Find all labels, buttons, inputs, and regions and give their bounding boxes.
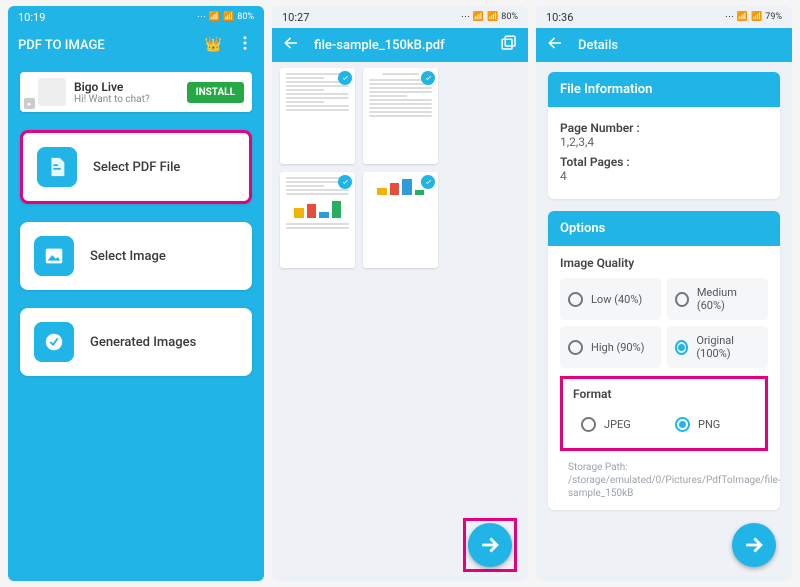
ad-install-button[interactable]: INSTALL (187, 82, 244, 103)
screen-home: 10:19 ⋯📶📶80% PDF TO IMAGE 👑 ▸ Bigo Live … (8, 6, 264, 581)
app-title: PDF TO IMAGE (18, 38, 105, 53)
quality-original-radio[interactable]: Original (100%) (667, 326, 768, 368)
app-bar: file-sample_150kB.pdf (272, 28, 528, 62)
crown-icon[interactable]: 👑 (205, 37, 222, 53)
screen-file-pages: 10:27 ⋯📶📶80% file-sample_150kB.pdf (272, 6, 528, 581)
format-section: Format JPEG PNG (560, 376, 768, 451)
page-thumbnail[interactable] (280, 68, 355, 164)
page-number-value: 1,2,3,4 (560, 135, 768, 149)
quality-medium-radio[interactable]: Medium (60%) (667, 278, 768, 320)
radio-icon (675, 292, 689, 307)
status-time: 10:27 (282, 11, 309, 24)
quality-low-radio[interactable]: Low (40%) (560, 278, 661, 320)
format-label: Format (573, 387, 755, 401)
options-section: Options Image Quality Low (40%) Medium (… (548, 211, 780, 510)
radio-icon (675, 417, 690, 432)
status-icons: ⋯📶📶80% (197, 12, 254, 22)
ad-banner[interactable]: ▸ Bigo Live Hi! Want to chat? INSTALL (20, 72, 252, 112)
status-bar: 10:36 ⋯📶📶79% (536, 6, 792, 28)
status-bar: 10:19 ⋯📶📶80% (8, 6, 264, 28)
page-thumbnail[interactable] (363, 172, 438, 268)
file-info-section: File Information Page Number : 1,2,3,4 T… (548, 72, 780, 199)
card-label: Generated Images (90, 335, 196, 350)
storage-path: Storage Path: /storage/emulated/0/Pictur… (560, 461, 768, 500)
status-time: 10:36 (546, 11, 573, 24)
radio-icon (568, 292, 583, 307)
total-pages-value: 4 (560, 169, 768, 183)
radio-icon (581, 417, 596, 432)
format-png-radio[interactable]: PNG (667, 409, 755, 440)
check-icon (421, 71, 435, 85)
section-header: Options (548, 211, 780, 246)
select-image-card[interactable]: Select Image (20, 222, 252, 290)
next-fab[interactable] (732, 523, 776, 567)
image-icon (34, 236, 74, 276)
ad-badge-icon: ▸ (24, 98, 35, 109)
status-icons: ⋯📶📶79% (725, 12, 782, 22)
total-pages-label: Total Pages : (560, 155, 768, 169)
quality-high-radio[interactable]: High (90%) (560, 326, 661, 368)
back-icon[interactable] (546, 34, 564, 56)
check-icon (421, 175, 435, 189)
ad-thumbnail (38, 78, 66, 106)
file-name: file-sample_150kB.pdf (314, 38, 486, 53)
generated-images-card[interactable]: Generated Images (20, 308, 252, 376)
page-thumbnail[interactable] (363, 68, 438, 164)
card-label: Select PDF File (93, 160, 180, 175)
app-bar: PDF TO IMAGE 👑 (8, 28, 264, 62)
pdf-file-icon (37, 147, 77, 187)
page-thumbnails (272, 62, 528, 274)
screen-details: 10:36 ⋯📶📶79% Details File Information Pa… (536, 6, 792, 581)
generated-icon (34, 322, 74, 362)
storage-path-text: Storage Path: /storage/emulated/0/Pictur… (568, 461, 780, 500)
ad-title: Bigo Live (74, 80, 179, 94)
app-bar: Details (536, 28, 792, 62)
select-all-icon[interactable] (500, 34, 518, 56)
back-icon[interactable] (282, 34, 300, 56)
check-icon (338, 71, 352, 85)
select-pdf-card[interactable]: Select PDF File (20, 130, 252, 204)
status-icons: ⋯📶📶80% (461, 12, 518, 22)
page-title: Details (578, 38, 618, 53)
ad-subtitle: Hi! Want to chat? (74, 94, 179, 105)
status-bar: 10:27 ⋯📶📶80% (272, 6, 528, 28)
image-quality-label: Image Quality (560, 256, 768, 270)
section-header: File Information (548, 72, 780, 107)
card-label: Select Image (90, 249, 166, 264)
overflow-menu-icon[interactable] (236, 34, 254, 56)
format-jpeg-radio[interactable]: JPEG (573, 409, 661, 440)
page-thumbnail[interactable] (280, 172, 355, 268)
check-icon (338, 175, 352, 189)
radio-icon (568, 340, 583, 355)
radio-icon (675, 340, 688, 355)
status-time: 10:19 (18, 11, 45, 24)
next-fab[interactable] (468, 523, 512, 567)
page-number-label: Page Number : (560, 121, 768, 135)
